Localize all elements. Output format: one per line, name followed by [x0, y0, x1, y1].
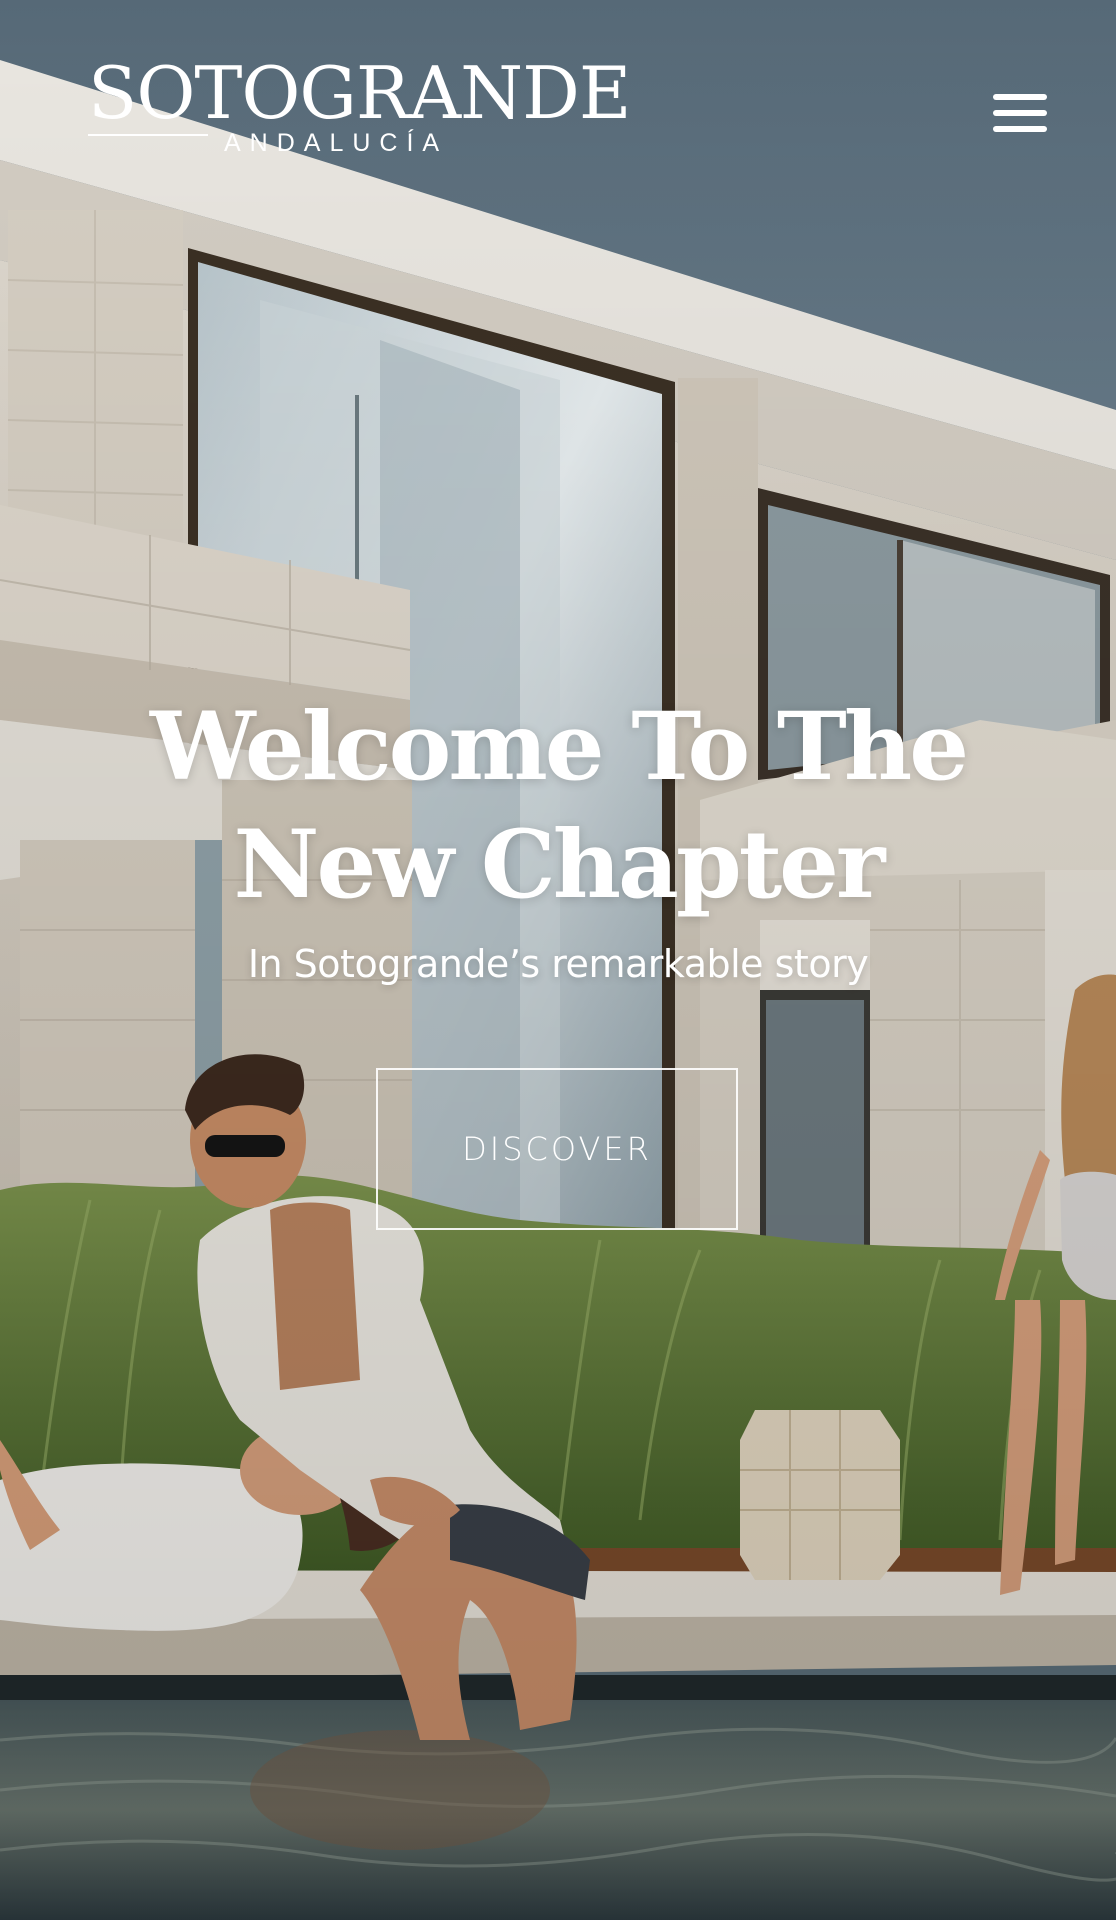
hero-title-line-2: New Chapter: [233, 810, 886, 920]
menu-bar-top: [993, 94, 1047, 100]
hamburger-menu-icon[interactable]: [990, 92, 1052, 136]
logo-rule: [88, 134, 208, 136]
logo-subtitle: ANDALUCÍA: [224, 129, 449, 157]
discover-button-label: DISCOVER: [462, 1130, 652, 1168]
hero-title-line-1: Welcome To The: [149, 692, 969, 802]
brand-logo[interactable]: SOTOGRANDE ANDALUCÍA: [88, 50, 631, 160]
menu-bar-middle: [993, 110, 1047, 116]
hero-title: Welcome To The New Chapter: [0, 688, 1116, 924]
menu-bar-bottom: [993, 126, 1047, 132]
logo-wordmark: SOTOGRANDE: [88, 51, 631, 135]
discover-button[interactable]: DISCOVER: [376, 1068, 738, 1230]
hero-section: SOTOGRANDE ANDALUCÍA Welcome To The New …: [0, 0, 1116, 1920]
hero-subtitle: In Sotogrande’s remarkable story: [247, 942, 869, 986]
